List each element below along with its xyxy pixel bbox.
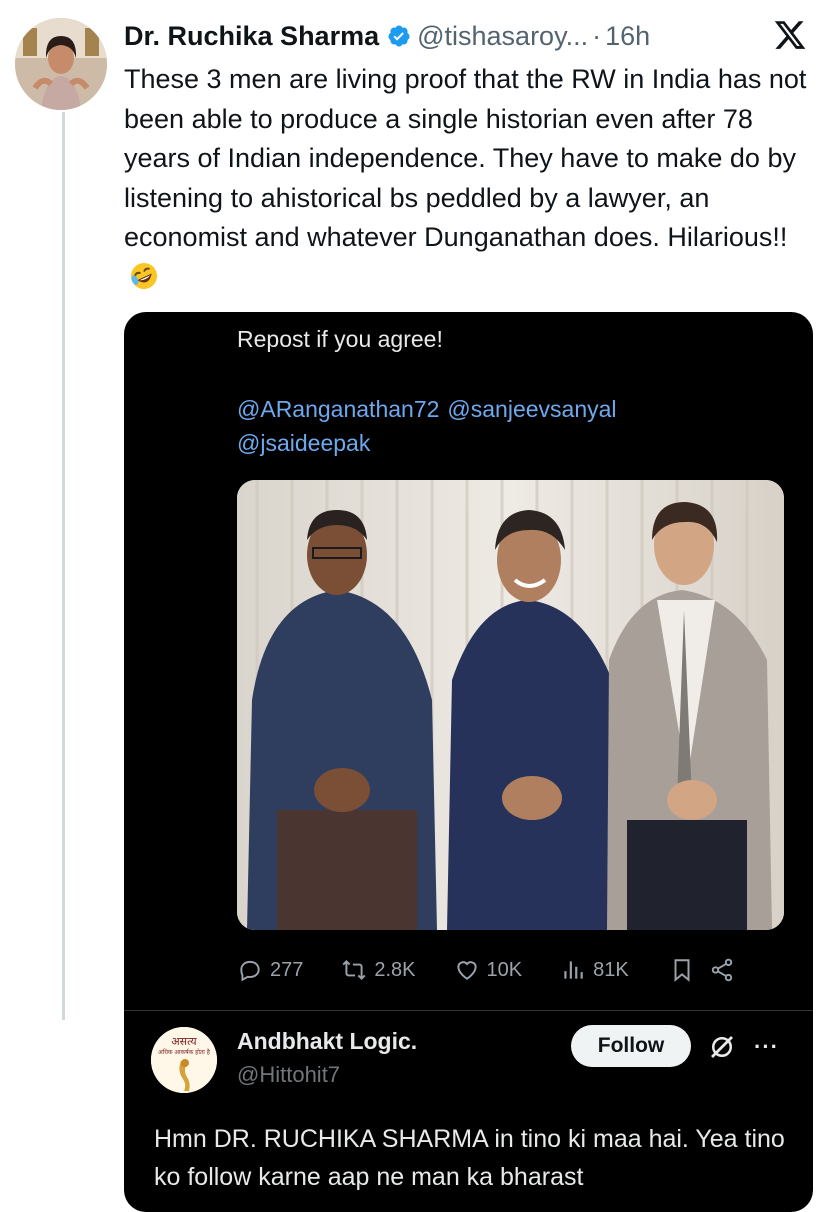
- reply-author-handle[interactable]: @Hittohit7: [237, 1062, 340, 1088]
- heart-icon: [456, 961, 477, 980]
- repost-icon: [342, 959, 366, 981]
- repost-button[interactable]: 2.8K: [341, 957, 416, 983]
- share-icon: [711, 958, 732, 982]
- author-avatar[interactable]: [15, 18, 107, 110]
- mention-link[interactable]: @sanjeevsanyal: [447, 396, 616, 422]
- views-count: 81K: [593, 958, 629, 981]
- views-button[interactable]: 81K: [560, 957, 629, 983]
- follow-button[interactable]: Follow: [571, 1025, 691, 1067]
- author-handle[interactable]: @tishasaroy...: [417, 21, 588, 52]
- reply-button[interactable]: 277: [237, 957, 303, 983]
- bookmark-icon: [674, 959, 690, 982]
- divider: [124, 1010, 813, 1011]
- post-actions-bar: 277 2.8K 10K 81K: [237, 950, 797, 990]
- reply-icon: [240, 960, 260, 982]
- quoted-post-text: Repost if you agree!: [237, 326, 443, 352]
- post-header: Dr. Ruchika Sharma @tishasaroy... · 16h: [124, 18, 817, 54]
- rolling-laughing-emoji-icon: [131, 262, 157, 289]
- post-time[interactable]: 16h: [605, 21, 650, 52]
- quoted-post-card[interactable]: Repost if you agree! @ARanganathan72 @san…: [124, 312, 813, 1212]
- reply-count: 277: [270, 958, 304, 981]
- post-text-body: These 3 men are living proof that the RW…: [124, 64, 807, 252]
- separator-dot: ·: [592, 20, 602, 51]
- author-name[interactable]: Dr. Ruchika Sharma: [124, 21, 379, 52]
- reply-author-name[interactable]: Andbhakt Logic.: [237, 1028, 417, 1055]
- reply-text: Hmn DR. RUCHIKA SHARMA in tino ki maa ha…: [154, 1125, 785, 1191]
- thread-line: [62, 112, 65, 1020]
- post-photo[interactable]: [237, 480, 784, 930]
- repost-count: 2.8K: [374, 958, 416, 981]
- avatar-logo-text: असत्य: [171, 1035, 197, 1048]
- quoted-post-mentions: @ARanganathan72 @sanjeevsanyal @jsaideepa…: [237, 392, 707, 460]
- grok-icon[interactable]: [707, 1032, 737, 1062]
- like-count: 10K: [486, 958, 523, 981]
- share-button[interactable]: [709, 957, 735, 983]
- mention-link[interactable]: @ARanganathan72: [237, 396, 439, 422]
- mention-link[interactable]: @jsaideepak: [237, 430, 370, 456]
- views-chart-icon: [564, 961, 583, 979]
- more-options-icon[interactable]: ···: [754, 1034, 784, 1060]
- x-logo-icon: [774, 21, 806, 49]
- post-text: These 3 men are living proof that the RW…: [124, 60, 814, 297]
- avatar-logo-subtext: अधिक आकर्षक होता है: [158, 1048, 211, 1056]
- verified-badge-icon: [388, 25, 410, 47]
- like-button[interactable]: 10K: [454, 957, 523, 983]
- reply-author-avatar[interactable]: असत्य अधिक आकर्षक होता है: [151, 1027, 217, 1093]
- bookmark-button[interactable]: [669, 957, 695, 983]
